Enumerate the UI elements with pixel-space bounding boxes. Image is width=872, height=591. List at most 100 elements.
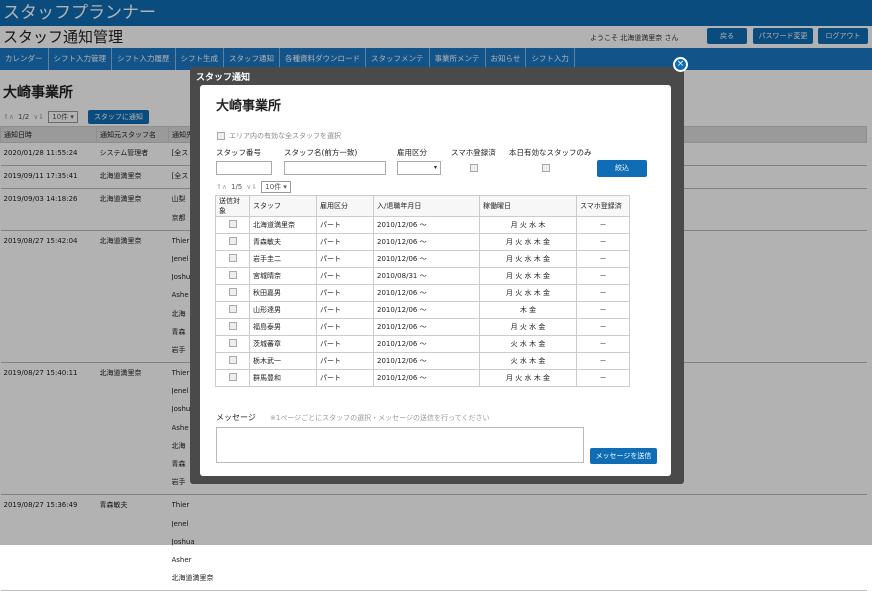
employment-type: パート [316,318,374,336]
work-days: 火 水 木 金 [479,352,577,370]
smartphone-status: － [576,369,630,387]
staff-row[interactable]: 栃木武一 パート 2010/12/06 ～火 水 木 金－ [215,352,630,370]
staff-name: 岩手圭二 [249,250,317,268]
smartphone-status: － [576,284,630,302]
smartphone-status: － [576,352,630,370]
send-target-checkbox[interactable] [228,271,237,279]
filter-button[interactable]: 絞込 [597,160,647,177]
send-target-checkbox[interactable] [228,288,237,296]
send-message-button[interactable]: メッセージを送信 [590,448,657,464]
join-date: 2010/08/31 ～ [373,267,480,285]
send-target-checkbox[interactable] [228,254,237,262]
staff-row[interactable]: 群馬豊和 パート 2010/12/06 ～月 火 水 木 金－ [215,369,630,387]
send-target-checkbox[interactable] [228,322,237,330]
join-date: 2010/12/06 ～ [373,284,480,302]
smartphone-checkbox[interactable] [470,164,478,172]
col-work-days: 稼働曜日 [479,195,577,217]
staff-row[interactable]: 茨城蕃章 パート 2010/12/06 ～火 水 木 金－ [215,335,630,353]
area-all-label: エリア内の有効な全スタッフを選択 [229,132,341,140]
staff-name: 茨城蕃章 [249,335,317,353]
col-smartphone: スマホ登録済 [576,195,630,217]
staff-row[interactable]: 秋田嘉男 パート 2010/12/06 ～月 火 水 木 金－ [215,284,630,302]
staff-row[interactable]: 北海道満里奈 パート 2010/12/06 ～月 火 水 木－ [215,216,630,234]
join-date: 2010/12/06 ～ [373,301,480,319]
smartphone-status: － [576,318,630,336]
send-target-cell [215,369,250,387]
send-target-cell [215,352,250,370]
send-target-checkbox[interactable] [228,373,237,381]
staff-table: 送信対象 スタッフ 雇用区分 入/退職年月日 稼働曜日 スマホ登録済 北海道満里… [215,195,630,387]
work-days: 月 火 水 木 金 [479,233,577,251]
employment-label: 雇用区分 [397,148,427,157]
work-days: 月 火 水 金 [479,318,577,336]
staff-row[interactable]: 山形達男 パート 2010/12/06 ～木 金－ [215,301,630,319]
employment-type: パート [316,301,374,319]
send-target-checkbox[interactable] [228,237,237,245]
modal-title: スタッフ通知 [196,73,251,83]
smartphone-status: － [576,301,630,319]
employment-select[interactable]: ▾ [397,161,441,175]
join-date: 2010/12/06 ～ [373,335,480,353]
send-target-checkbox[interactable] [228,339,237,347]
staff-name: 福島泰男 [249,318,317,336]
employment-type: パート [316,267,374,285]
work-days: 木 金 [479,301,577,319]
modal-body: 大崎事業所 エリア内の有効な全スタッフを選択 スタッフ番号 スタッフ名(前方一致… [200,85,671,476]
col-send-target: 送信対象 [215,195,250,217]
send-target-cell [215,267,250,285]
staff-name: 北海道満里奈 [249,216,317,234]
col-staff: スタッフ [249,195,317,217]
work-days: 月 火 水 木 金 [479,250,577,268]
modal-page-down-icon[interactable]: ∨⇓ [246,183,257,191]
staff-name-input[interactable] [284,161,386,175]
send-target-cell [215,284,250,302]
employment-type: パート [316,216,374,234]
staff-row[interactable]: 福島泰男 パート 2010/12/06 ～月 火 水 金－ [215,318,630,336]
col-employment: 雇用区分 [316,195,374,217]
send-target-cell [215,233,250,251]
join-date: 2010/12/06 ～ [373,369,480,387]
join-date: 2010/12/06 ～ [373,352,480,370]
staff-row[interactable]: 青森敏夫 パート 2010/12/06 ～月 火 水 木 金－ [215,233,630,251]
to-staff-name: Asher [171,555,192,564]
staff-row[interactable]: 宮城晴奈 パート 2010/08/31 ～月 火 水 木 金－ [215,267,630,285]
send-target-cell [215,318,250,336]
col-join-date: 入/退職年月日 [373,195,480,217]
message-textarea[interactable] [216,427,584,463]
employment-type: パート [316,284,374,302]
send-target-checkbox[interactable] [228,356,237,364]
send-target-checkbox[interactable] [228,220,237,228]
send-target-checkbox[interactable] [228,305,237,313]
employment-type: パート [316,352,374,370]
area-all-staff-option[interactable]: エリア内の有効な全スタッフを選択 [217,131,341,141]
send-target-cell [215,301,250,319]
staff-name: 青森敏夫 [249,233,317,251]
smartphone-status: － [576,267,630,285]
staff-name: 栃木武一 [249,352,317,370]
work-days: 火 水 木 金 [479,335,577,353]
staff-notify-modal: スタッフ通知 大崎事業所 エリア内の有効な全スタッフを選択 スタッフ番号 スタッ… [190,67,684,484]
staff-name: 群馬豊和 [249,369,317,387]
staff-name-label: スタッフ名(前方一致) [284,148,358,157]
work-days: 月 火 水 木 [479,216,577,234]
smartphone-status: － [576,250,630,268]
staff-row[interactable]: 岩手圭二 パート 2010/12/06 ～月 火 水 木 金－ [215,250,630,268]
close-icon[interactable]: × [673,57,688,72]
employment-type: パート [316,233,374,251]
join-date: 2010/12/06 ～ [373,250,480,268]
staff-name: 宮城晴奈 [249,267,317,285]
employment-type: パート [316,335,374,353]
modal-page-up-icon[interactable]: ⇑∧ [216,183,227,191]
send-target-cell [215,216,250,234]
staff-no-label: スタッフ番号 [216,148,261,157]
staff-no-input[interactable] [216,161,272,175]
join-date: 2010/12/06 ～ [373,216,480,234]
modal-per-page-select[interactable]: 10件 ▾ [261,181,291,193]
message-note: ※1ページごとにスタッフの選択・メッセージの送信を行ってください [270,414,490,422]
staff-name: 秋田嘉男 [249,284,317,302]
area-all-checkbox[interactable] [217,132,225,140]
send-target-cell [215,250,250,268]
work-days: 月 火 水 木 金 [479,369,577,387]
valid-only-checkbox[interactable] [542,164,550,172]
join-date: 2010/12/06 ～ [373,318,480,336]
